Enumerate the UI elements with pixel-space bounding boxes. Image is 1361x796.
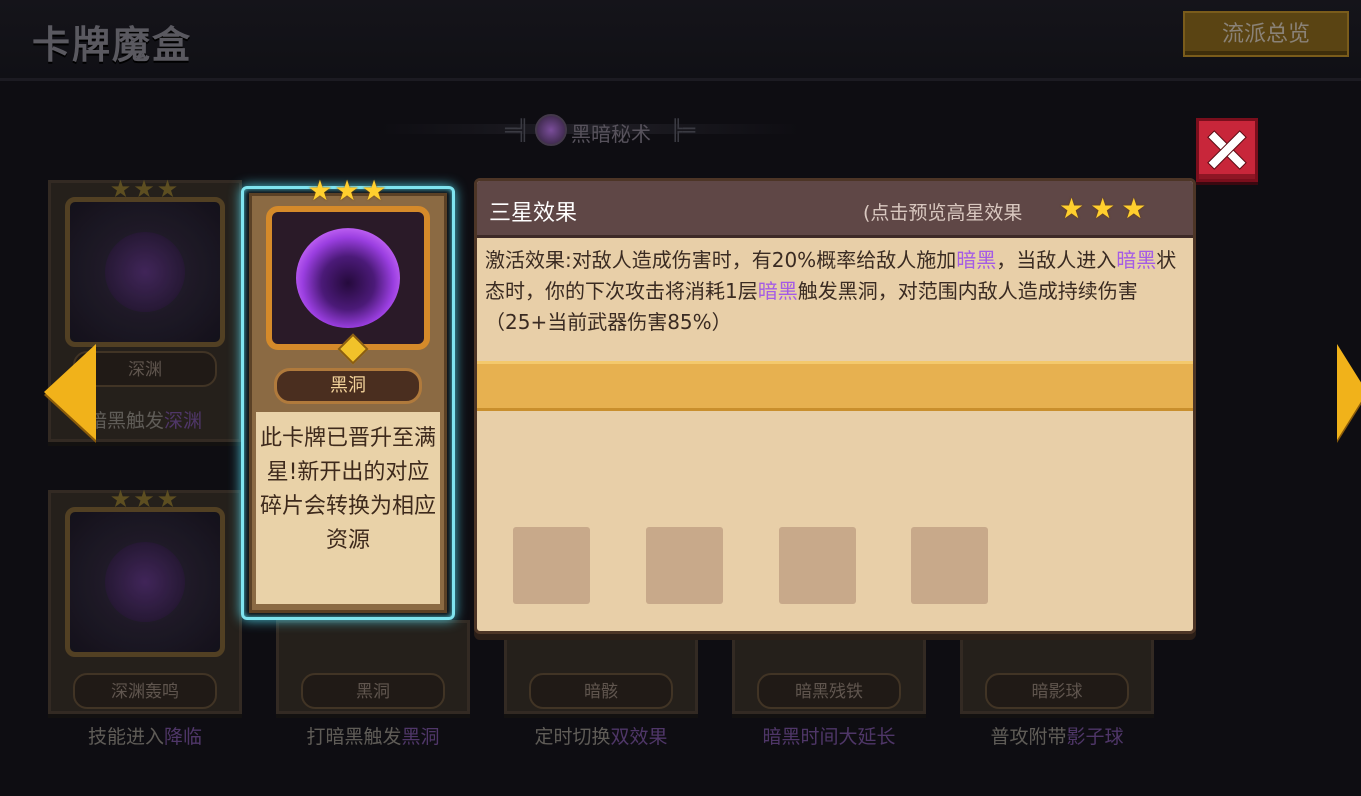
arrow-right-icon[interactable] <box>1337 344 1361 440</box>
card-art <box>105 232 185 312</box>
effect-description: 激活效果:对敌人造成伤害时，有20%概率给敌人施加暗黑，当敌人进入暗黑状态时，你… <box>485 245 1189 338</box>
card-dark-skeleton[interactable]: 暗骸 定时切换双效果 <box>504 636 698 748</box>
divider-band <box>477 361 1193 411</box>
card-dark-iron[interactable]: 暗黑残铁 暗黑时间大延长 <box>732 636 926 748</box>
desc-text: 激活效果:对敌人造成伤害时，有20%概率给敌人施加 <box>485 248 957 272</box>
card-stars: ★★★ <box>109 175 181 203</box>
card-caption: 打暗黑触发黑洞 <box>279 722 467 749</box>
caption-highlight: 降临 <box>164 726 203 748</box>
close-button[interactable] <box>1196 118 1258 182</box>
card-frame <box>65 197 225 347</box>
overview-button[interactable]: 流派总览 <box>1183 11 1349 57</box>
card-abyss-roar[interactable]: ★★★ 深渊轰鸣 技能进入降临 <box>48 485 242 748</box>
caption-text: 暗黑触发 <box>87 410 164 432</box>
caption-text: 定时切换 <box>534 726 611 748</box>
caption-highlight: 影子球 <box>1066 726 1124 748</box>
heading-ornament-left: ═╣ <box>505 118 530 142</box>
card-caption: 普攻附带影子球 <box>963 722 1151 749</box>
section-title: 黑暗秘术 <box>571 122 651 146</box>
app-title: 卡牌魔盒 <box>32 23 193 67</box>
keyword-darkness: 暗黑 <box>956 248 997 272</box>
card-black-hole[interactable]: 黑洞 打暗黑触发黑洞 <box>276 620 470 748</box>
card-name: 黑洞 <box>274 368 422 404</box>
effect-panel: 三星效果 (点击预览高星效果 ★★★ 激活效果:对敌人造成伤害时，有20%概率给… <box>474 178 1196 634</box>
caption-text: 普攻附带 <box>990 726 1067 748</box>
card-name: 暗骸 <box>529 673 673 709</box>
empty-slot[interactable] <box>779 527 856 604</box>
card-shadow-ball[interactable]: 暗影球 普攻附带影子球 <box>960 636 1154 748</box>
card-caption: 暗黑时间大延长 <box>735 722 923 749</box>
panel-header: 三星效果 (点击预览高星效果 ★★★ <box>477 181 1193 238</box>
keyword-darkness: 暗黑 <box>1116 248 1157 272</box>
section-heading: ═╣ 黑暗秘术 ╠═ <box>505 112 695 146</box>
dark-arts-icon <box>535 114 567 146</box>
card-frame <box>65 507 225 657</box>
panel-title: 三星效果 <box>489 201 578 226</box>
arrow-left-icon[interactable] <box>44 344 96 440</box>
star-icons[interactable]: ★★★ <box>1059 192 1152 225</box>
card-stars: ★★★ <box>307 174 389 207</box>
caption-text: 打暗黑触发 <box>306 726 402 748</box>
caption-text: 技能进入 <box>87 726 164 748</box>
max-star-note: 此卡牌已晋升至满星!新开出的对应碎片会转换为相应资源 <box>256 412 440 604</box>
top-bar: 卡牌魔盒 流派总览 <box>0 0 1361 81</box>
card-name: 深渊轰鸣 <box>73 673 217 709</box>
caption-highlight: 双效果 <box>610 726 668 748</box>
keyword-darkness: 暗黑 <box>757 279 798 303</box>
card-caption: 技能进入降临 <box>51 722 239 749</box>
heading-ornament-right: ╠═ <box>670 118 695 142</box>
preview-hint[interactable]: (点击预览高星效果 <box>863 198 1022 225</box>
card-frame <box>266 206 430 365</box>
card-art <box>105 542 185 622</box>
caption-highlight: 黑洞 <box>401 726 440 748</box>
caption-highlight: 深渊 <box>164 410 203 432</box>
black-hole-icon <box>296 228 400 328</box>
card-gem-icon <box>337 333 369 365</box>
caption-highlight: 暗黑时间大延长 <box>762 726 896 748</box>
desc-text: ，当敌人进入 <box>996 248 1117 272</box>
empty-slot[interactable] <box>911 527 988 604</box>
selected-card[interactable]: ★★★ 黑洞 此卡牌已晋升至满星!新开出的对应碎片会转换为相应资源 <box>249 174 447 613</box>
card-name: 黑洞 <box>301 673 445 709</box>
card-name: 暗影球 <box>985 673 1129 709</box>
card-name: 暗黑残铁 <box>757 673 901 709</box>
card-stars: ★★★ <box>109 485 181 513</box>
card-caption: 定时切换双效果 <box>507 722 695 749</box>
empty-slot[interactable] <box>513 527 590 604</box>
empty-slot[interactable] <box>646 527 723 604</box>
